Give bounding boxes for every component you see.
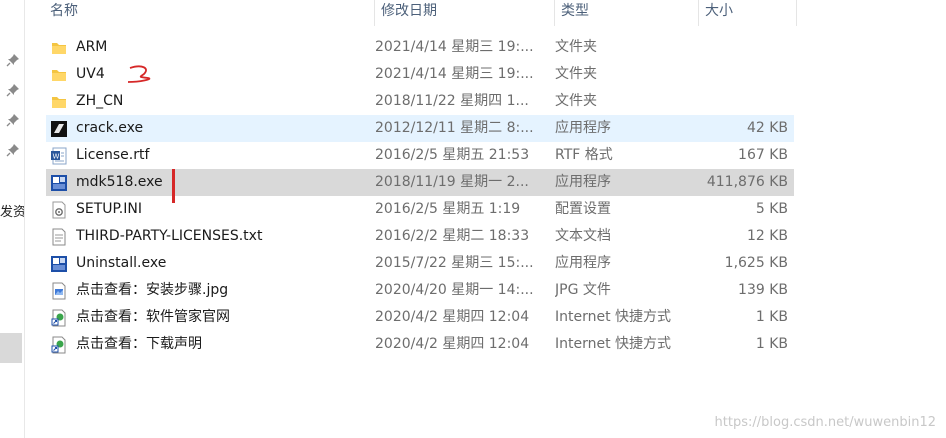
file-name: SETUP.INI: [76, 201, 142, 217]
file-size: 139 KB: [738, 282, 788, 298]
annotation-line: [172, 169, 175, 203]
nav-item-label[interactable]: 发资: [0, 201, 24, 220]
column-header-date[interactable]: 修改日期: [375, 0, 555, 26]
file-name: THIRD-PARTY-LICENSES.txt: [76, 228, 263, 244]
pin-icon[interactable]: [6, 142, 20, 157]
file-date: 2021/4/14 星期三 19:...: [375, 39, 534, 55]
pin-icon[interactable]: [6, 52, 20, 67]
shortcut-icon: [50, 336, 68, 354]
installer-icon: [50, 255, 68, 273]
annotation-mark: [127, 65, 151, 83]
file-date: 2012/12/11 星期二 8:...: [375, 120, 534, 136]
file-row[interactable]: 点击查看：下载声明 2020/4/2 星期四 12:04 Internet 快捷…: [46, 331, 794, 358]
file-row[interactable]: Uninstall.exe 2015/7/22 星期三 15:... 应用程序 …: [46, 250, 794, 277]
file-row[interactable]: 点击查看：软件管家官网 2020/4/2 星期四 12:04 Internet …: [46, 304, 794, 331]
ini-settings-icon: [50, 201, 68, 219]
image-file-icon: [50, 282, 68, 300]
file-name: Uninstall.exe: [76, 255, 167, 271]
file-type: 文件夹: [555, 39, 597, 55]
file-row[interactable]: THIRD-PARTY-LICENSES.txt 2016/2/2 星期二 18…: [46, 223, 794, 250]
file-type: 配置设置: [555, 201, 611, 217]
file-size: 1 KB: [755, 336, 788, 352]
file-row[interactable]: SETUP.INI 2016/2/5 星期五 1:19 配置设置 5 KB: [46, 196, 794, 223]
file-date: 2018/11/19 星期一 2...: [375, 174, 529, 190]
file-name: ZH_CN: [76, 93, 124, 109]
file-row[interactable]: 点击查看：安装步骤.jpg 2020/4/20 星期一 14:... JPG 文…: [46, 277, 794, 304]
file-type: 应用程序: [555, 255, 611, 271]
file-name: 点击查看：下载声明: [76, 336, 202, 352]
file-size: 12 KB: [746, 228, 788, 244]
folder-icon: [50, 66, 68, 84]
file-type: 文件夹: [555, 66, 597, 82]
file-date: 2018/11/22 星期四 1...: [375, 93, 529, 109]
column-header-name-label: 名称: [50, 3, 78, 19]
column-header-size-label: 大小: [705, 3, 733, 19]
word-doc-icon: W: [50, 147, 68, 165]
file-name: License.rtf: [76, 147, 150, 163]
file-row[interactable]: ARM 2021/4/14 星期三 19:... 文件夹: [46, 34, 794, 61]
file-date: 2016/2/5 星期五 1:19: [375, 201, 521, 217]
column-header-type[interactable]: 类型: [555, 0, 699, 26]
column-header-size[interactable]: 大小: [699, 0, 797, 26]
file-type: JPG 文件: [555, 282, 611, 298]
file-size: 42 KB: [746, 120, 788, 136]
shortcut-icon: [50, 309, 68, 327]
file-type: RTF 格式: [555, 147, 613, 163]
navigation-pane-edge: 发资: [0, 0, 25, 438]
file-date: 2016/2/5 星期五 21:53: [375, 147, 530, 163]
column-header-bar: 名称 修改日期 类型 大小: [24, 0, 946, 26]
pin-icon[interactable]: [6, 82, 20, 97]
file-size: 167 KB: [738, 147, 788, 163]
watermark: https://blog.csdn.net/wuwenbin12: [714, 415, 936, 430]
installer-icon: [50, 174, 68, 192]
file-date: 2016/2/2 星期二 18:33: [375, 228, 530, 244]
file-name: 点击查看：安装步骤.jpg: [76, 282, 229, 298]
file-name: 点击查看：软件管家官网: [76, 309, 230, 325]
file-row[interactable]: crack.exe 2012/12/11 星期二 8:... 应用程序 42 K…: [46, 115, 794, 142]
nav-item-selected[interactable]: [0, 333, 22, 363]
folder-icon: [50, 93, 68, 111]
file-name: mdk518.exe: [76, 174, 163, 190]
file-size: 411,876 KB: [706, 174, 788, 190]
file-size: 5 KB: [755, 201, 788, 217]
column-header-type-label: 类型: [561, 3, 589, 19]
file-size: 1,625 KB: [724, 255, 788, 271]
file-row[interactable]: mdk518.exe 2018/11/19 星期一 2... 应用程序 411,…: [46, 169, 794, 196]
file-type: 文本文档: [555, 228, 611, 244]
file-date: 2020/4/2 星期四 12:04: [375, 336, 530, 352]
file-type: Internet 快捷方式: [555, 309, 672, 325]
file-date: 2021/4/14 星期三 19:...: [375, 66, 534, 82]
file-name: ARM: [76, 39, 108, 55]
file-row[interactable]: W License.rtf 2016/2/5 星期五 21:53 RTF 格式 …: [46, 142, 794, 169]
file-type: 应用程序: [555, 174, 611, 190]
file-type: 应用程序: [555, 120, 611, 136]
file-row[interactable]: ZH_CN 2018/11/22 星期四 1... 文件夹: [46, 88, 794, 115]
exe-black-icon: [50, 120, 68, 138]
file-date: 2015/7/22 星期三 15:...: [375, 255, 534, 271]
file-date: 2020/4/2 星期四 12:04: [375, 309, 530, 325]
folder-icon: [50, 39, 68, 57]
file-type: 文件夹: [555, 93, 597, 109]
text-file-icon: [50, 228, 68, 246]
column-header-date-label: 修改日期: [381, 3, 437, 19]
column-header-name[interactable]: 名称: [44, 0, 375, 26]
file-name: crack.exe: [76, 120, 144, 136]
file-type: Internet 快捷方式: [555, 336, 672, 352]
svg-text:W: W: [53, 153, 60, 161]
file-size: 1 KB: [755, 309, 788, 325]
pin-icon[interactable]: [6, 112, 20, 127]
file-date: 2020/4/20 星期一 14:...: [375, 282, 534, 298]
